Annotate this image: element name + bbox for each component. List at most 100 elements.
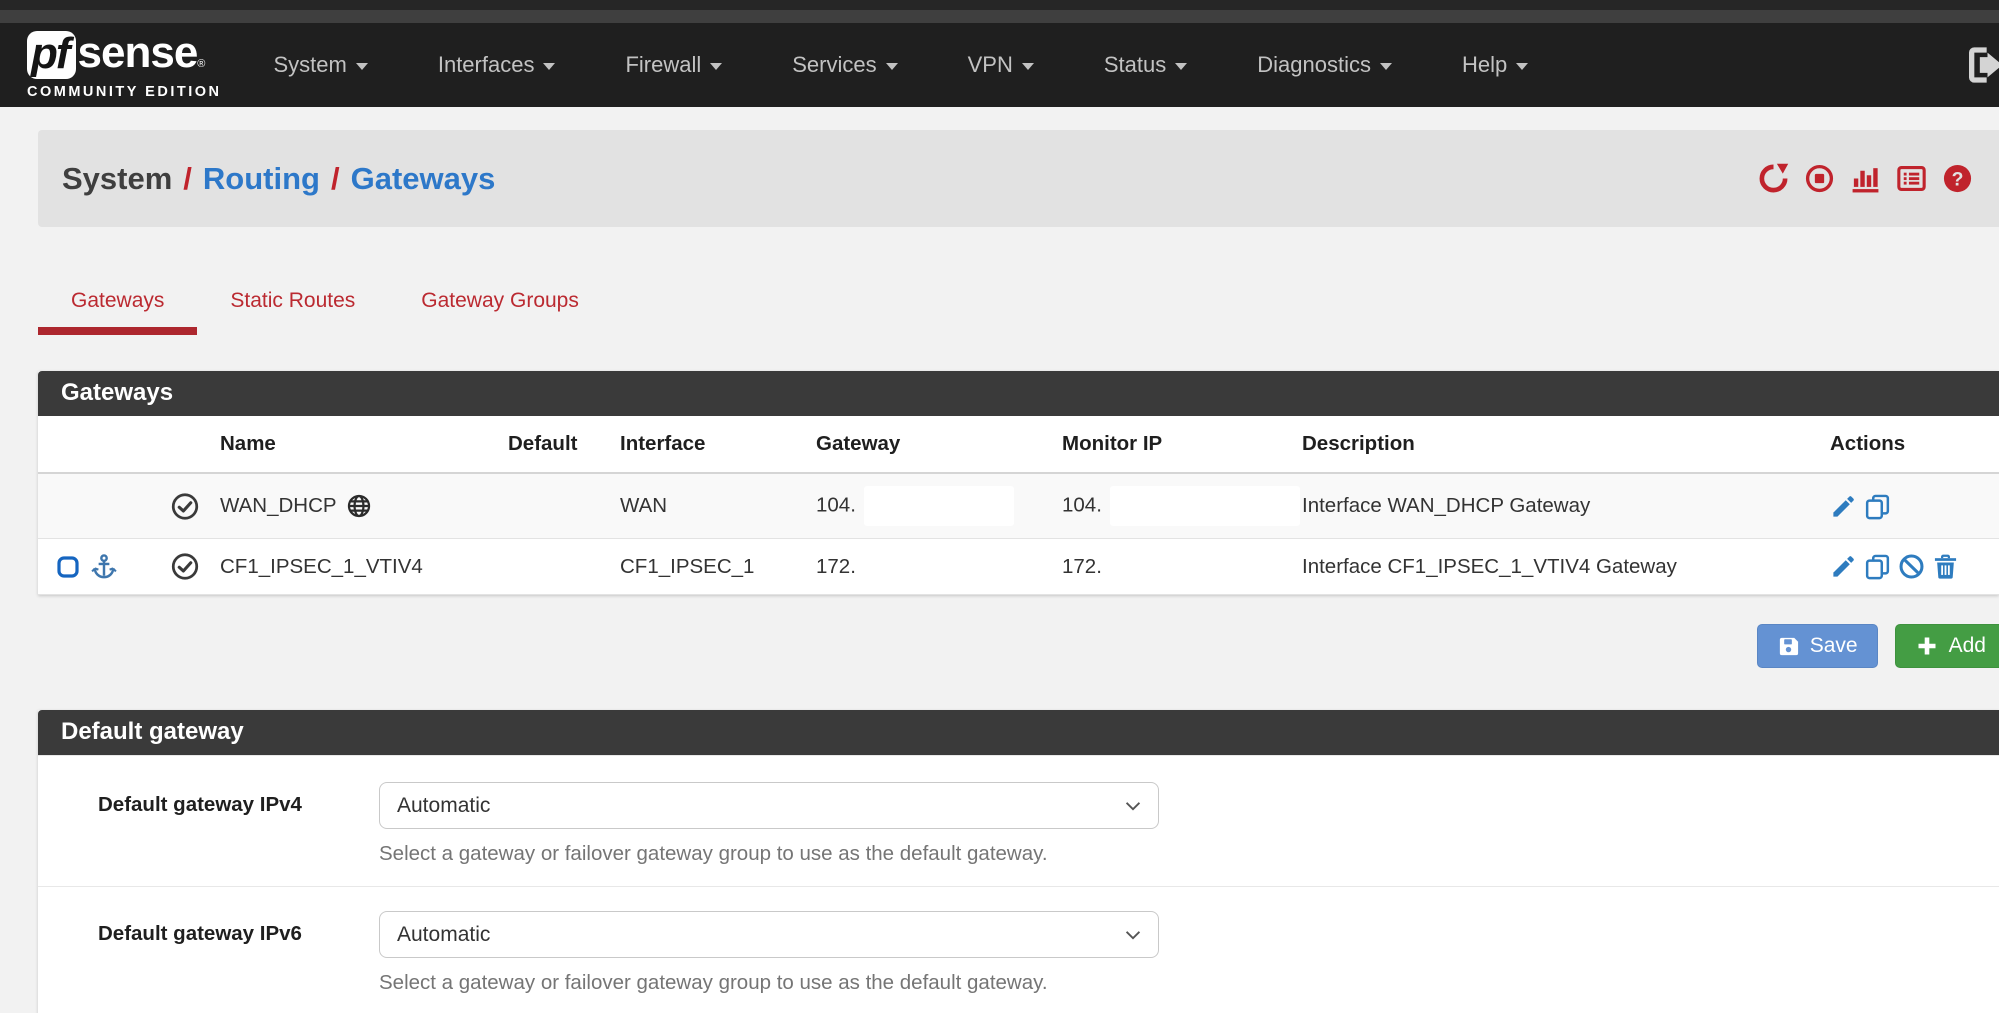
check-circle-icon xyxy=(170,491,200,522)
gateways-panel-title: Gateways xyxy=(38,371,1999,416)
breadcrumb-separator: / xyxy=(331,161,340,197)
tab-gateways[interactable]: Gateways xyxy=(38,277,197,335)
stop-icon[interactable] xyxy=(1804,163,1835,194)
menu-help[interactable]: Help xyxy=(1462,52,1528,78)
tab-gateway-groups[interactable]: Gateway Groups xyxy=(388,277,612,335)
tab-static-routes[interactable]: Static Routes xyxy=(197,277,388,335)
chevron-down-icon xyxy=(1380,63,1392,70)
row1-interface-cell: WAN xyxy=(610,473,806,539)
ipv4-label: Default gateway IPv4 xyxy=(38,782,379,866)
refresh-icon[interactable] xyxy=(1758,163,1789,194)
breadcrumb-separator: / xyxy=(183,161,192,197)
row2-description-cell: Interface CF1_IPSEC_1_VTIV4 Gateway xyxy=(1292,539,1820,595)
col-name: Name xyxy=(210,416,498,473)
chart-icon[interactable] xyxy=(1850,163,1881,194)
svg-text:?: ? xyxy=(1952,169,1964,191)
col-actions: Actions xyxy=(1820,416,1999,473)
col-monitor-ip: Monitor IP xyxy=(1052,416,1292,473)
chevron-down-icon xyxy=(356,63,368,70)
chevron-down-icon xyxy=(1175,63,1187,70)
window-top-strip xyxy=(0,0,1999,10)
top-navbar: pf sense ® COMMUNITY EDITION System Inte… xyxy=(0,23,1999,107)
ipv4-help-text: Select a gateway or failover gateway gro… xyxy=(379,842,1999,866)
row2-name-cell: CF1_IPSEC_1_VTIV4 xyxy=(210,539,498,595)
redacted-value xyxy=(864,486,1014,526)
page-header-actions: ? xyxy=(1758,163,1973,194)
row2-monitor-cell: 172. xyxy=(1052,539,1292,595)
row1-status-cell xyxy=(160,473,210,539)
col-gateway: Gateway xyxy=(806,416,1052,473)
breadcrumb-routing-link[interactable]: Routing xyxy=(203,161,320,197)
menu-vpn[interactable]: VPN xyxy=(968,52,1034,78)
copy-icon[interactable] xyxy=(1864,493,1891,520)
ipv6-help-text: Select a gateway or failover gateway gro… xyxy=(379,971,1999,995)
logo-edition: COMMUNITY EDITION xyxy=(27,84,221,100)
plus-icon xyxy=(1915,634,1939,658)
col-status xyxy=(160,416,210,473)
chevron-down-icon xyxy=(1022,63,1034,70)
col-description: Description xyxy=(1292,416,1820,473)
breadcrumb-system: System xyxy=(62,161,172,197)
row2-default-cell xyxy=(498,539,610,595)
row1-default-cell xyxy=(498,473,610,539)
form-actions: Save Add xyxy=(0,624,1999,668)
default-gateway-ipv6-row: Default gateway IPv6 Automatic Select a … xyxy=(38,886,1999,1013)
redacted-value xyxy=(1110,486,1300,526)
chevron-down-icon xyxy=(1516,63,1528,70)
add-button[interactable]: Add xyxy=(1895,624,1999,668)
row2-actions-cell xyxy=(1820,539,1999,595)
menu-services[interactable]: Services xyxy=(792,52,897,78)
sign-out-icon[interactable] xyxy=(1965,45,1999,90)
menu-diagnostics[interactable]: Diagnostics xyxy=(1257,52,1392,78)
default-gateway-ipv4-select[interactable]: Automatic xyxy=(379,782,1159,829)
gateways-table: Name Default Interface Gateway Monitor I… xyxy=(38,416,1999,595)
menu-interfaces[interactable]: Interfaces xyxy=(438,52,556,78)
routing-tabs: Gateways Static Routes Gateway Groups xyxy=(38,277,1999,335)
log-icon[interactable] xyxy=(1896,163,1927,194)
delete-icon[interactable] xyxy=(1932,553,1959,580)
breadcrumb: System / Routing / Gateways xyxy=(62,161,495,197)
table-row: CF1_IPSEC_1_VTIV4 CF1_IPSEC_1 172. 172. … xyxy=(38,539,1999,595)
logo-pf: pf xyxy=(27,31,76,79)
edit-icon[interactable] xyxy=(1830,493,1857,520)
menu-status[interactable]: Status xyxy=(1104,52,1187,78)
default-gateway-ipv6-select[interactable]: Automatic xyxy=(379,911,1159,958)
edit-icon[interactable] xyxy=(1830,553,1857,580)
checkbox-icon[interactable] xyxy=(56,555,80,579)
save-icon xyxy=(1777,635,1800,658)
menu-firewall[interactable]: Firewall xyxy=(625,52,722,78)
row1-monitor-cell: 104. xyxy=(1052,473,1292,539)
save-button[interactable]: Save xyxy=(1757,624,1878,668)
globe-icon xyxy=(345,492,373,520)
row2-status-cell xyxy=(160,539,210,595)
pfsense-logo[interactable]: pf sense ® COMMUNITY EDITION xyxy=(27,31,221,100)
chevron-down-icon xyxy=(543,63,555,70)
window-title-strip xyxy=(0,10,1999,23)
help-icon[interactable]: ? xyxy=(1942,163,1973,194)
page-header-bar: System / Routing / Gateways ? xyxy=(38,130,1999,227)
row1-name-cell: WAN_DHCP xyxy=(210,473,498,539)
table-row: WAN_DHCP WAN 104. 104. Interface WAN_DHC… xyxy=(38,473,1999,539)
row1-actions-cell xyxy=(1820,473,1999,539)
row1-gateway-cell: 104. xyxy=(806,473,1052,539)
default-gateway-panel: Default gateway Default gateway IPv4 Aut… xyxy=(38,710,1999,1013)
disable-icon[interactable] xyxy=(1898,553,1925,580)
col-default: Default xyxy=(498,416,610,473)
logo-sense: sense xyxy=(78,31,198,75)
ipv6-label: Default gateway IPv6 xyxy=(38,911,379,995)
menu-system[interactable]: System xyxy=(273,52,367,78)
check-circle-icon xyxy=(170,551,200,582)
anchor-icon xyxy=(90,553,118,581)
gateway-name: WAN_DHCP xyxy=(220,494,337,518)
chevron-down-icon xyxy=(886,63,898,70)
row1-description-cell: Interface WAN_DHCP Gateway xyxy=(1292,473,1820,539)
logo-registered-mark: ® xyxy=(197,59,205,70)
chevron-down-icon xyxy=(710,63,722,70)
row2-interface-cell: CF1_IPSEC_1 xyxy=(610,539,806,595)
breadcrumb-gateways-link[interactable]: Gateways xyxy=(351,161,496,197)
table-header-row: Name Default Interface Gateway Monitor I… xyxy=(38,416,1999,473)
col-interface: Interface xyxy=(610,416,806,473)
main-menu: System Interfaces Firewall Services VPN … xyxy=(273,52,1598,78)
row2-select-cell xyxy=(38,539,160,595)
copy-icon[interactable] xyxy=(1864,553,1891,580)
